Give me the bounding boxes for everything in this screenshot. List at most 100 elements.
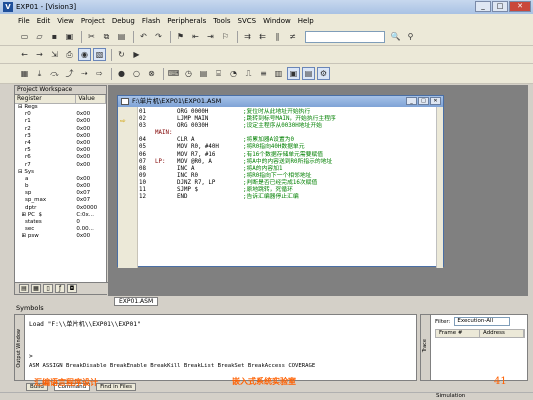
files-tab-icon[interactable]: ▤ (19, 284, 29, 293)
templates-tab-icon[interactable]: ◘ (67, 284, 77, 293)
register-row[interactable]: ⊟ Regs (15, 104, 106, 111)
run-icon[interactable]: ▶ (130, 48, 143, 61)
code-area[interactable]: 01 ORG 0000H ;复位时从此地址开始执行 02 LJMP MAIN ;跳转到标号… (139, 109, 435, 201)
register-row[interactable]: r7 0x00 (15, 162, 106, 169)
find-icon[interactable]: 🔍 (389, 30, 402, 43)
menu-window[interactable]: Window (263, 17, 291, 25)
memory-icon[interactable]: ▤ (197, 67, 210, 80)
register-row[interactable]: ⊞ PC $ C:0x... (15, 212, 106, 219)
register-row[interactable]: ⊞ psw 0x00 (15, 233, 106, 240)
maximize-button[interactable]: □ (492, 1, 508, 12)
next-bookmark-icon[interactable]: ⇥ (204, 30, 217, 43)
books-tab-icon[interactable]: ▯ (43, 284, 53, 293)
step-out-icon[interactable]: ⤴ (63, 67, 76, 80)
register-value: 0x07 (76, 190, 91, 197)
menu-help[interactable]: Help (298, 17, 314, 25)
disable-bp-icon[interactable]: ○ (130, 67, 143, 80)
comment-icon[interactable]: ∥ (271, 30, 284, 43)
menu-file[interactable]: File (18, 17, 30, 25)
binoculars-icon[interactable]: ⚲ (404, 30, 417, 43)
cut-icon[interactable]: ✂ (85, 30, 98, 43)
kill-bp-icon[interactable]: ⊗ (145, 67, 158, 80)
menu-svcs[interactable]: SVCS (238, 17, 257, 25)
register-row[interactable]: ⊟ Sys (15, 169, 106, 176)
output-icon[interactable]: ▤ (302, 67, 315, 80)
compile-icon[interactable]: ⇲ (48, 48, 61, 61)
symbols-icon[interactable]: ≡ (257, 67, 270, 80)
uncomment-icon[interactable]: ≠ (286, 30, 299, 43)
workspace-icon[interactable]: ▣ (287, 67, 300, 80)
menu-debug[interactable]: Debug (112, 17, 135, 25)
filter-select[interactable]: Execution-All (454, 317, 511, 326)
tab-find-in-files[interactable]: Find in Files (96, 383, 136, 391)
watch-icon[interactable]: ◷ (182, 67, 195, 80)
rst-icon[interactable]: ▦ (18, 67, 31, 80)
reset-icon[interactable]: ↻ (115, 48, 128, 61)
regs-tab-icon[interactable]: ▦ (31, 284, 41, 293)
open-file-icon[interactable]: ▱ (33, 30, 46, 43)
find-combo[interactable] (305, 30, 385, 43)
save-all-icon[interactable]: ▣ (63, 30, 76, 43)
register-row[interactable]: r4 0x00 (15, 140, 106, 147)
undo-icon[interactable]: ↶ (137, 30, 150, 43)
register-row[interactable]: sec 0.00... (15, 226, 106, 233)
register-row[interactable]: r0 0x00 (15, 111, 106, 118)
register-row[interactable]: r5 0x00 (15, 147, 106, 154)
editor-close-button[interactable]: ✕ (430, 97, 441, 105)
menu-tools[interactable]: Tools (213, 17, 230, 25)
show-next-icon[interactable]: ⇨ (93, 67, 106, 80)
paste-icon[interactable]: ▤ (115, 30, 128, 43)
options-icon[interactable]: ▧ (93, 48, 106, 61)
bookmark-icon[interactable]: ⚑ (174, 30, 187, 43)
logic-icon[interactable]: ⎍ (242, 67, 255, 80)
outdent-icon[interactable]: ⇇ (256, 30, 269, 43)
menu-edit[interactable]: Edit (37, 17, 51, 25)
menu-peripherals[interactable]: Peripherals (167, 17, 206, 25)
register-row[interactable]: a 0x00 (15, 176, 106, 183)
register-name: sp_max (18, 197, 47, 204)
editor-minimize-button[interactable]: _ (406, 97, 417, 105)
new-file-icon[interactable]: ▭ (18, 30, 31, 43)
minimize-button[interactable]: _ (475, 1, 491, 12)
register-value: 0x00 (76, 118, 91, 125)
register-row[interactable]: r6 0x00 (15, 154, 106, 161)
register-row[interactable]: b 0x00 (15, 183, 106, 190)
forward-icon[interactable]: → (33, 48, 46, 61)
step-over-icon[interactable]: ⤼ (48, 67, 61, 80)
register-row[interactable]: r3 0x00 (15, 133, 106, 140)
menu-project[interactable]: Project (81, 17, 105, 25)
register-row[interactable]: sp 0x07 (15, 190, 106, 197)
editor-maximize-button[interactable]: □ (418, 97, 429, 105)
indent-icon[interactable]: ⇉ (241, 30, 254, 43)
perf-icon[interactable]: ◔ (227, 67, 240, 80)
editor-body[interactable]: ⇨ 01 ORG 0000H ;复位时从此地址开始执行 02 LJMP MAIN ;跳转到… (118, 107, 443, 268)
register-row[interactable]: states 0 (15, 219, 106, 226)
breakpoint-icon[interactable]: ● (115, 67, 128, 80)
editor-scrollbar[interactable] (436, 107, 443, 268)
copy-icon[interactable]: ⧉ (100, 30, 113, 43)
functions-tab-icon[interactable]: ƒ (55, 284, 65, 293)
clear-bookmarks-icon[interactable]: ⚐ (219, 30, 232, 43)
doc-tab-exp01[interactable]: EXP01.ASM (114, 297, 159, 306)
register-row[interactable]: sp_max 0x07 (15, 197, 106, 204)
command-prompt[interactable]: > (29, 353, 33, 360)
disassembly-icon[interactable]: ⌨ (167, 67, 180, 80)
menu-view[interactable]: View (57, 17, 74, 25)
close-button[interactable]: ✕ (509, 1, 531, 12)
step-into-icon[interactable]: ⤓ (33, 67, 46, 80)
print-icon[interactable]: ⎙ (63, 48, 76, 61)
prev-bookmark-icon[interactable]: ⇤ (189, 30, 202, 43)
redo-icon[interactable]: ↷ (152, 30, 165, 43)
run-to-cursor-icon[interactable]: ⇢ (78, 67, 91, 80)
toolbox-icon[interactable]: ▥ (272, 67, 285, 80)
instruction: INC R0 (177, 172, 198, 179)
settings-icon[interactable]: ⚙ (317, 67, 330, 80)
serial-icon[interactable]: ⌸ (212, 67, 225, 80)
register-row[interactable]: dptr 0x0000 (15, 205, 106, 212)
back-icon[interactable]: ← (18, 48, 31, 61)
register-row[interactable]: r2 0x00 (15, 126, 106, 133)
save-icon[interactable]: ▪ (48, 30, 61, 43)
register-row[interactable]: r1 0x00 (15, 118, 106, 125)
debug-icon[interactable]: ◉ (78, 48, 91, 61)
menu-flash[interactable]: Flash (142, 17, 160, 25)
